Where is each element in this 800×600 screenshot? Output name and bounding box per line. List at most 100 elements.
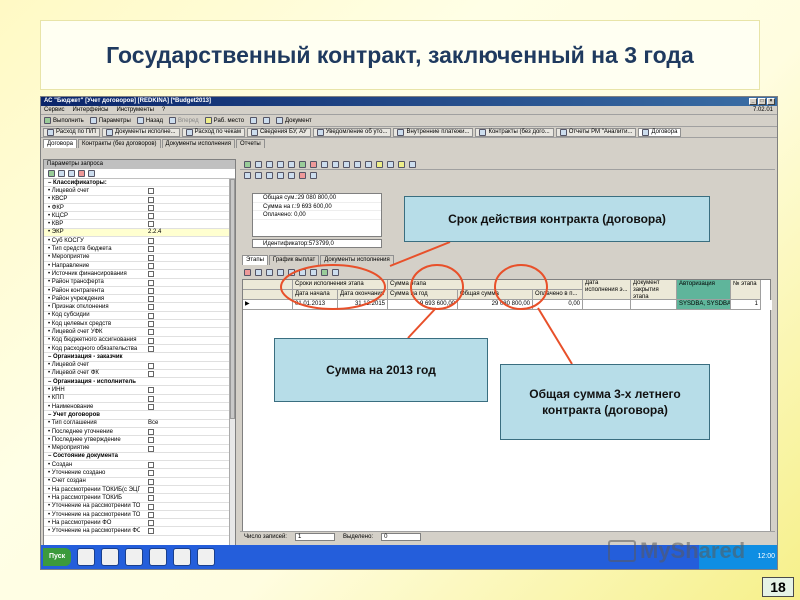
tree-row-checkbox[interactable] [148,437,154,444]
col-start-date[interactable]: Дата начала [293,290,338,300]
menu-service[interactable]: Сервис [44,106,65,114]
delete-icon[interactable] [78,170,85,177]
word-icon[interactable] [197,548,216,566]
tree-row-checkbox[interactable] [148,486,154,493]
col-total-sum[interactable]: Общая сумма [458,290,533,300]
tree-param-row[interactable]: • Уточнение на рассмотрении ФО [44,527,235,536]
tree-row-checkbox[interactable] [148,304,154,311]
doctab-execution-docs[interactable]: Документы исполне... [102,127,180,137]
settings-icon[interactable] [88,170,95,177]
tree-row-checkbox[interactable] [148,204,154,211]
tab-execution-documents[interactable]: Документы исполнения [161,139,235,148]
warning-icon[interactable] [398,160,405,168]
start-button[interactable]: Пуск [43,548,72,566]
print-icon[interactable] [365,160,372,168]
save-record-icon[interactable] [332,160,339,168]
stage-last-icon[interactable] [310,268,317,276]
cell-authorization[interactable]: SYSDBA, SYSDBA [677,300,731,310]
query-params-scrollbar[interactable] [229,179,235,552]
col-year-sum[interactable]: Сумма на год [388,290,458,300]
stage-prev-icon[interactable] [288,268,295,276]
doctab-bu-au[interactable]: Сведения БУ, АУ [246,127,311,137]
close-doc-icon[interactable] [299,172,306,179]
report-icon[interactable] [310,172,317,179]
stage-link-icon[interactable] [255,268,262,276]
stage-add-icon[interactable] [321,268,328,276]
tree-row-checkbox[interactable] [148,221,154,228]
cell-year-sum[interactable]: 9 693 600,00 [388,300,458,310]
tree-row-checkbox[interactable] [148,271,154,278]
menu-tools[interactable]: Инструменты [116,106,153,114]
params-button[interactable]: Параметры [89,117,131,124]
last-record-icon[interactable] [288,160,295,168]
tree-row-checkbox[interactable] [148,213,154,220]
stage-first-icon[interactable] [277,268,284,276]
back-button[interactable]: Назад [136,117,163,124]
cell-total-sum[interactable]: 29 080 800,00 [458,300,533,310]
tree-row-checkbox[interactable] [148,312,154,319]
export-icon[interactable] [376,160,383,168]
tree-row-checkbox[interactable] [148,470,154,477]
tree-row-checkbox[interactable] [148,395,154,402]
tree-row-checkbox[interactable] [148,188,154,195]
forward-button[interactable]: Вперед [169,117,199,124]
edit-record-icon[interactable] [321,160,328,168]
help-icon[interactable] [409,160,416,168]
clear-icon[interactable] [68,170,75,177]
tree-row-checkbox[interactable] [148,528,154,535]
tree-row-checkbox[interactable] [148,329,154,336]
tree-row-checkbox[interactable] [148,287,154,294]
paste-icon[interactable] [266,172,273,179]
tree-row-value[interactable]: 2.2.4 [148,228,161,236]
menu-interfaces[interactable]: Интерфейсы [73,106,109,114]
tab-payment-schedule[interactable]: График выплат [268,255,320,265]
confirm-icon[interactable] [244,160,251,168]
folder-icon[interactable] [77,548,96,566]
run-button[interactable]: Выполнить [44,117,84,124]
doctab-reports[interactable]: Отчеты РМ "Аналити... [555,127,637,137]
tree-row-checkbox[interactable] [148,370,154,377]
cell-paid[interactable]: 0,00 [533,300,583,310]
lock-icon[interactable] [288,172,295,179]
tree-row-checkbox[interactable] [148,478,154,485]
doctab-internal-payments[interactable]: Внутренние платежи... [393,127,474,137]
minimize-button[interactable]: _ [749,98,757,105]
tree-row-checkbox[interactable] [148,428,154,435]
search-icon[interactable] [387,160,394,168]
col-end-date[interactable]: Дата окончания [338,290,388,300]
first-record-icon[interactable] [255,160,262,168]
tree-row-checkbox[interactable] [148,337,154,344]
workplace-button[interactable]: Раб. место [204,117,244,124]
tab-agreements[interactable]: Договора [43,139,77,148]
tree-row-checkbox[interactable] [148,279,154,286]
tree-row-checkbox[interactable] [148,246,154,253]
stage-edit-icon[interactable] [332,268,339,276]
tab-detail-exec-docs[interactable]: Документы исполнения [320,255,394,265]
apply-icon[interactable] [48,170,55,177]
check-icon-button[interactable] [250,117,258,124]
next-record-icon[interactable] [277,160,284,168]
tree-row-checkbox[interactable] [148,345,154,352]
cancel-record-icon[interactable] [343,160,350,168]
tree-row-checkbox[interactable] [148,404,154,411]
tree-row-checkbox[interactable] [148,254,154,261]
attach-icon[interactable] [277,172,284,179]
stage-next-icon[interactable] [299,268,306,276]
col-paid[interactable]: Оплачено в п... [533,290,583,300]
grid-icon-button[interactable] [263,117,271,124]
add-record-icon[interactable] [299,160,306,168]
stage-list-icon[interactable] [266,268,273,276]
tree-row-checkbox[interactable] [148,503,154,510]
tree-row-checkbox[interactable] [148,296,154,303]
budget-app-icon[interactable] [149,548,168,566]
refresh-icon[interactable] [354,160,361,168]
cell-start-date[interactable]: 01.01.2013 [293,300,338,310]
tree-row-value[interactable]: Все [148,419,158,427]
tree-row-checkbox[interactable] [148,462,154,469]
tree-row-checkbox[interactable] [148,262,154,269]
cell-exec-date[interactable] [583,300,631,310]
delete-record-icon[interactable] [310,160,317,168]
doctab-payment-orders[interactable]: Расход по П/П [43,127,100,137]
tree-row-checkbox[interactable] [148,238,154,245]
tree-row-checkbox[interactable] [148,445,154,452]
